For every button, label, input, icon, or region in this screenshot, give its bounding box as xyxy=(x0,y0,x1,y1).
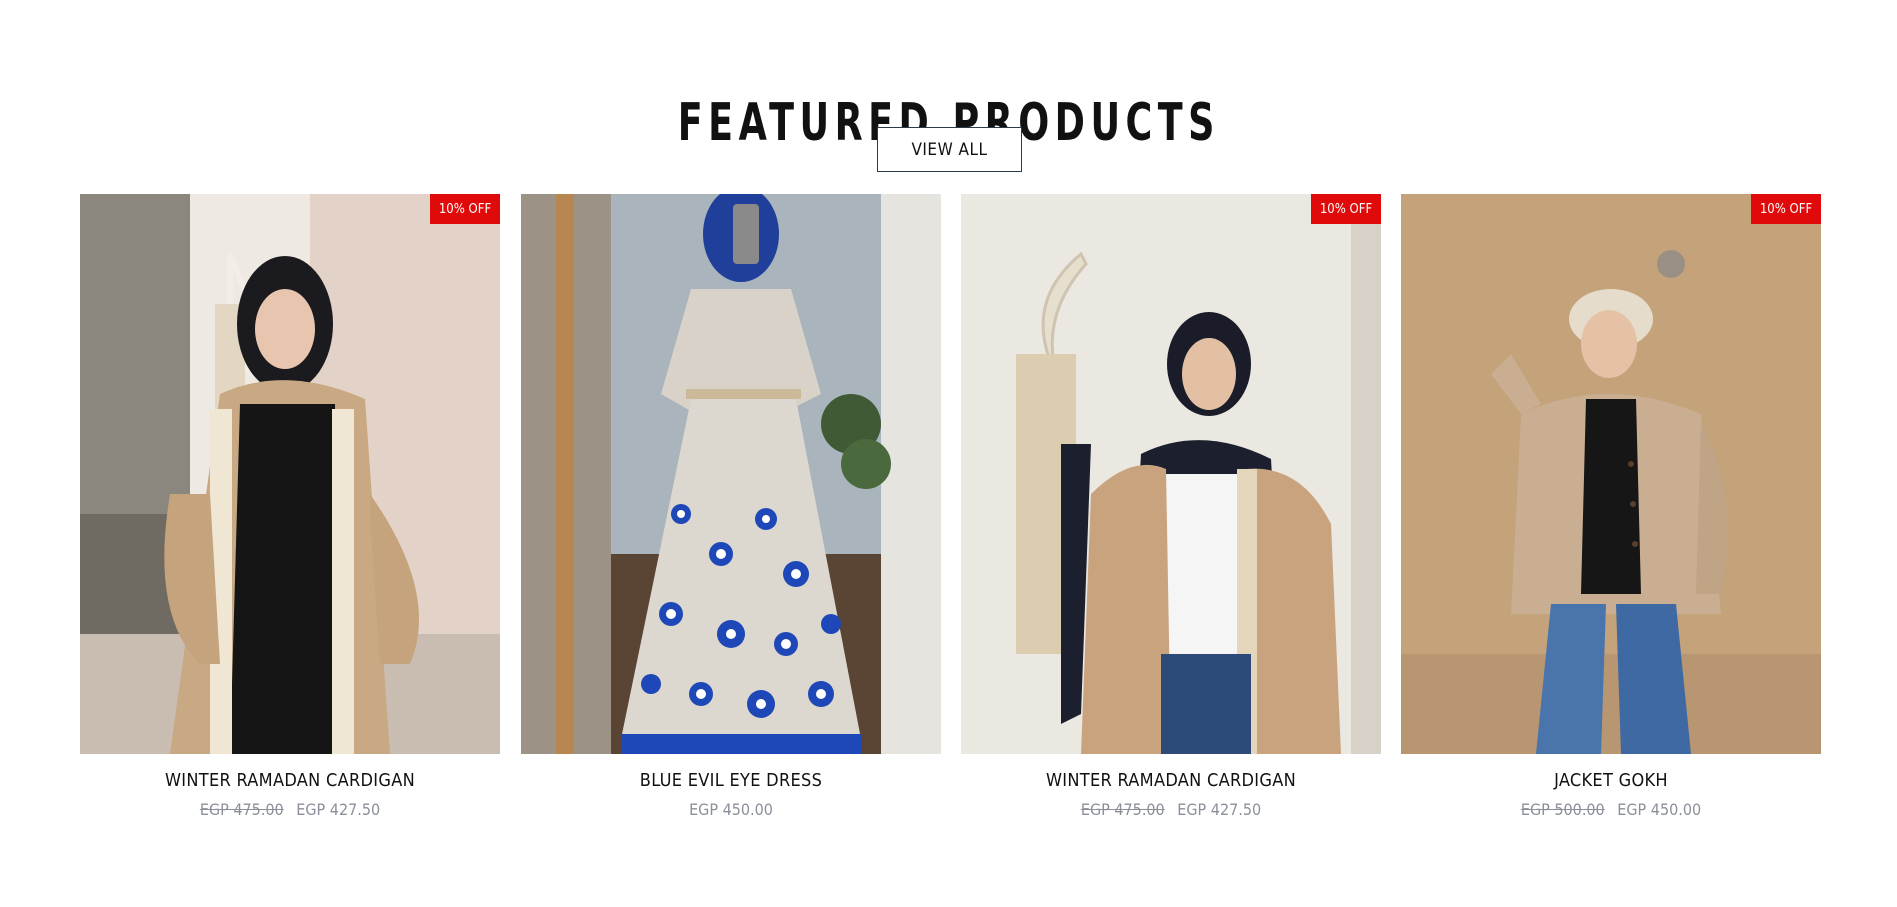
sale-price: EGP 427.50 xyxy=(1177,800,1262,819)
discount-badge: 10% OFF xyxy=(430,194,500,224)
product-image[interactable]: 10% OFF xyxy=(961,194,1381,754)
compare-at-price: EGP 475.00 xyxy=(199,800,284,819)
product-image[interactable]: 10% OFF xyxy=(80,194,500,754)
product-title[interactable]: JACKET GOKH xyxy=(1401,770,1821,792)
product-title[interactable]: WINTER RAMADAN CARDIGAN xyxy=(961,770,1381,792)
product-price: EGP 450.00 xyxy=(521,800,941,820)
product-card[interactable]: 10% OFF JACKET GOKH EGP 500.00 EGP 450.0… xyxy=(1401,194,1821,820)
product-card[interactable]: 10% OFF WINTER RAMADAN CARDIGAN EGP 475.… xyxy=(80,194,500,820)
product-image[interactable] xyxy=(521,194,941,754)
product-image[interactable]: 10% OFF xyxy=(1401,194,1821,754)
product-price: EGP 500.00 EGP 450.00 xyxy=(1401,800,1821,820)
view-all-button[interactable]: VIEW ALL xyxy=(877,127,1022,172)
product-price: EGP 475.00 EGP 427.50 xyxy=(961,800,1381,820)
compare-at-price: EGP 475.00 xyxy=(1080,800,1165,819)
discount-badge: 10% OFF xyxy=(1311,194,1381,224)
discount-badge: 10% OFF xyxy=(1751,194,1821,224)
product-title[interactable]: WINTER RAMADAN CARDIGAN xyxy=(80,770,500,792)
product-card[interactable]: BLUE EVIL EYE DRESS EGP 450.00 xyxy=(521,194,941,820)
sale-price: EGP 427.50 xyxy=(296,800,381,819)
compare-at-price: EGP 500.00 xyxy=(1520,800,1605,819)
sale-price: EGP 450.00 xyxy=(1617,800,1702,819)
product-title[interactable]: BLUE EVIL EYE DRESS xyxy=(521,770,941,792)
product-price: EGP 475.00 EGP 427.50 xyxy=(80,800,500,820)
product-price-value: EGP 450.00 xyxy=(689,800,773,819)
product-card[interactable]: 10% OFF WINTER RAMADAN CARDIGAN EGP 475.… xyxy=(961,194,1381,820)
